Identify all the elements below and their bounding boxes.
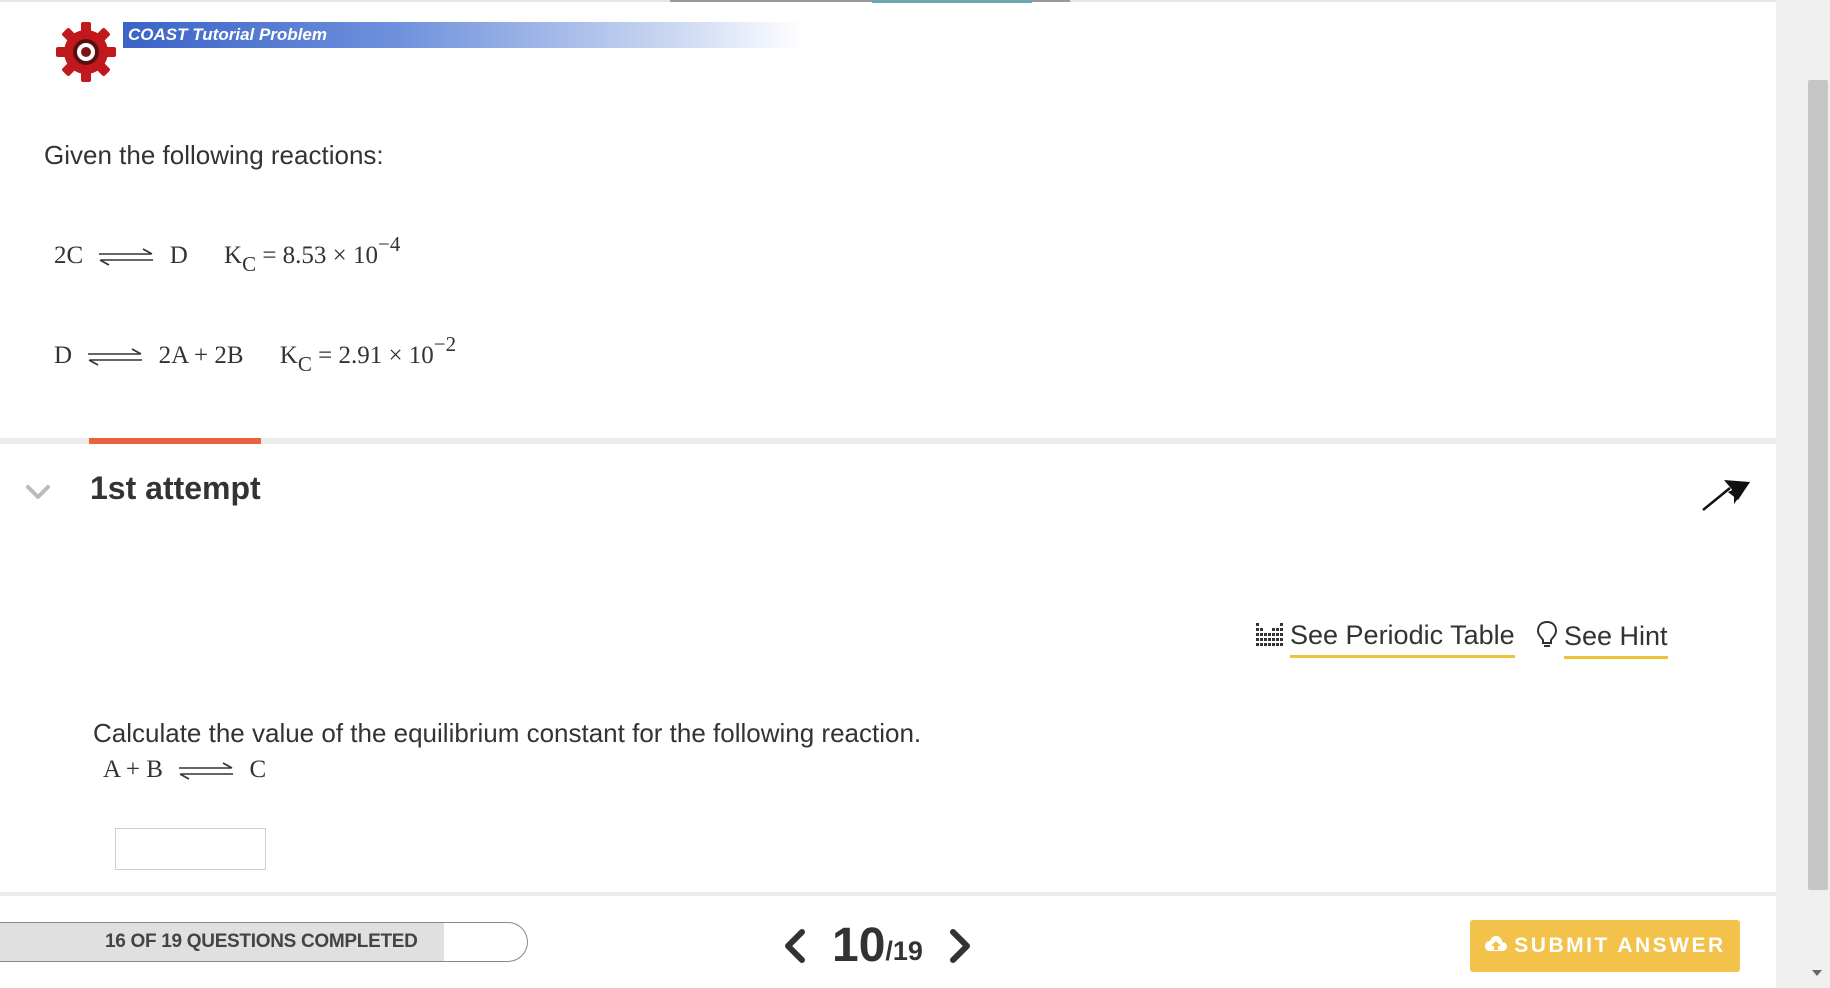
next-question-icon[interactable] xyxy=(947,926,973,966)
periodic-table-icon xyxy=(1256,623,1283,646)
target-reaction-products: C xyxy=(249,756,267,783)
answer-input[interactable] xyxy=(115,828,266,870)
top-progress-strip xyxy=(0,0,1776,3)
attempt-tab-accent xyxy=(89,438,261,444)
reaction-2-k-value: = 2.91 × 10 xyxy=(318,342,434,369)
pin-arrow-icon[interactable] xyxy=(1700,470,1756,514)
question-text: Calculate the value of the equilibrium c… xyxy=(93,718,922,748)
reaction-2-reactants: D xyxy=(54,342,73,369)
total-questions: /19 xyxy=(885,935,923,966)
target-reaction-reactants: A + B xyxy=(103,756,163,783)
coast-banner: COAST Tutorial Problem xyxy=(123,22,803,48)
scroll-down-arrow-icon[interactable] xyxy=(1812,970,1822,976)
submit-answer-button[interactable]: SUBMIT ANSWER xyxy=(1470,920,1740,972)
equilibrium-arrow-icon xyxy=(99,248,154,266)
question-pager: 10/19 xyxy=(782,918,973,974)
scrollbar-thumb[interactable] xyxy=(1808,80,1828,890)
target-reaction: A + B C xyxy=(103,756,266,784)
reaction-1-k-symbol: K xyxy=(224,242,243,269)
reaction-2-k-subscript: C xyxy=(297,352,312,376)
attempt-title: 1st attempt xyxy=(90,470,261,506)
see-periodic-table-label: See Periodic Table xyxy=(1290,620,1515,658)
reaction-1-reactants: 2C xyxy=(54,242,84,269)
page-scrollbar[interactable] xyxy=(1776,0,1830,988)
coast-gear-logo-icon xyxy=(56,22,116,82)
reaction-1-k-exponent: −4 xyxy=(378,232,401,256)
see-hint-link[interactable]: See Hint xyxy=(1536,620,1668,659)
reaction-2-products: 2A + 2B xyxy=(158,342,244,369)
cloud-upload-icon xyxy=(1485,936,1508,951)
footer-divider xyxy=(0,892,1776,896)
section-divider xyxy=(0,438,1776,444)
current-question-number: 10 xyxy=(832,919,886,972)
reaction-1-products: D xyxy=(169,242,188,269)
progress-label: 16 OF 19 QUESTIONS COMPLETED xyxy=(105,931,418,952)
previous-question-icon[interactable] xyxy=(782,926,808,966)
problem-intro: Given the following reactions: xyxy=(44,140,384,170)
reaction-1: 2C D KC = 8.53 × 10−4 xyxy=(54,232,400,277)
reaction-2-k-symbol: K xyxy=(279,342,298,369)
equilibrium-arrow-icon xyxy=(179,762,234,780)
chevron-down-icon[interactable] xyxy=(24,478,52,506)
top-strip-highlight xyxy=(872,0,1032,3)
questions-progress-bar: 16 OF 19 QUESTIONS COMPLETED xyxy=(0,922,528,962)
reaction-2: D 2A + 2B KC = 2.91 × 10−2 xyxy=(54,332,456,377)
reaction-1-k-value: = 8.53 × 10 xyxy=(262,242,379,269)
see-periodic-table-link[interactable]: See Periodic Table xyxy=(1256,620,1515,658)
reaction-1-k-subscript: C xyxy=(242,252,257,276)
lightbulb-icon xyxy=(1536,620,1558,647)
submit-answer-label: SUBMIT ANSWER xyxy=(1514,934,1726,957)
see-hint-label: See Hint xyxy=(1564,621,1668,659)
reaction-2-k-exponent: −2 xyxy=(433,332,457,356)
equilibrium-arrow-icon xyxy=(88,348,143,366)
